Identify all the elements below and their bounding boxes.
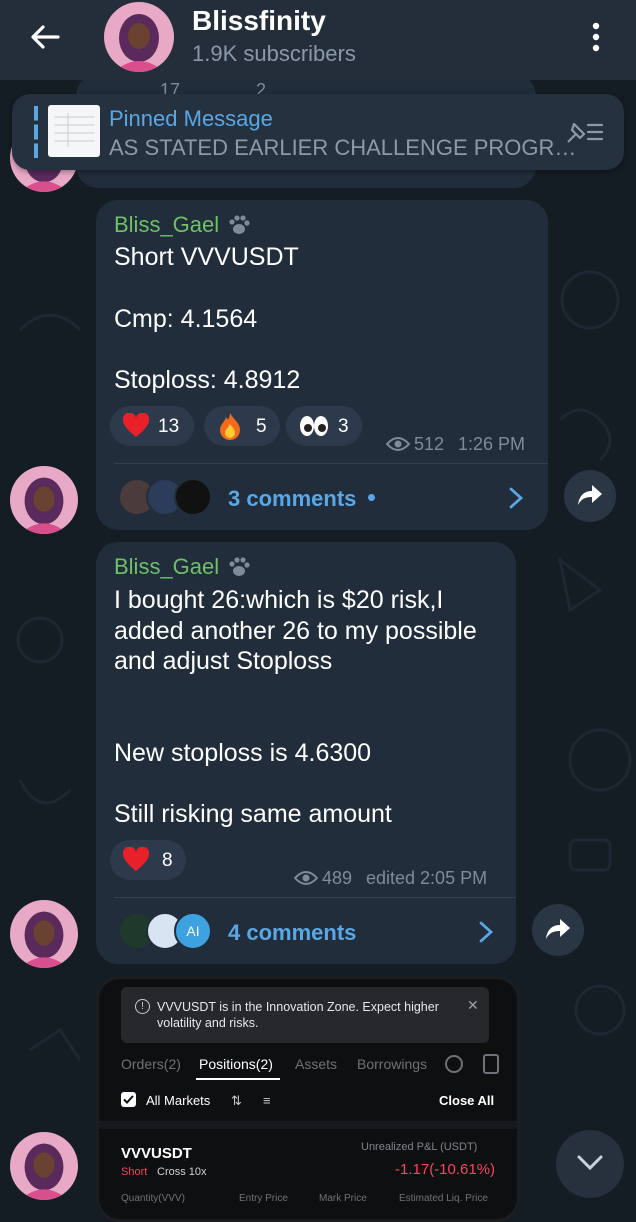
section-separator	[99, 1121, 517, 1129]
info-icon: !	[135, 999, 150, 1014]
commenter-avatar: AI	[174, 912, 212, 950]
reaction-heart[interactable]: 13	[110, 406, 194, 446]
column-header: Mark Price	[319, 1193, 367, 1204]
message-line: Still risking same amount	[114, 800, 392, 828]
pinned-message-bar[interactable]: Pinned Message AS STATED EARLIER CHALLEN…	[12, 94, 624, 170]
position-margin: Cross 10x	[157, 1166, 207, 1178]
commenter-avatars	[118, 478, 218, 518]
back-arrow-icon[interactable]	[28, 20, 62, 54]
chevron-down-icon	[577, 1155, 603, 1171]
heart-icon	[122, 413, 150, 437]
pnl-value: -1.17(-10.61%)	[395, 1161, 496, 1178]
message-bubble[interactable]: Bliss_Gael I bought 26:which is $20 risk…	[96, 542, 516, 964]
all-markets-label: All Markets	[146, 1093, 211, 1108]
reaction-count: 3	[338, 416, 349, 437]
checkbox-icon	[121, 1092, 136, 1107]
message-author[interactable]: Bliss_Gael	[114, 212, 219, 238]
author-avatar[interactable]	[10, 900, 78, 968]
trading-screenshot-image[interactable]: ! VVVUSDT is in the Innovation Zone. Exp…	[96, 976, 520, 1222]
document-icon	[483, 1054, 499, 1074]
message-line: New stoploss is 4.6300	[114, 739, 372, 767]
eyes-icon	[300, 416, 328, 436]
reaction-count: 5	[256, 416, 267, 437]
column-header: Entry Price	[239, 1193, 288, 1204]
heart-icon	[122, 847, 150, 871]
channel-avatar[interactable]	[104, 2, 174, 72]
message-line: Stoploss: 4.8912	[114, 366, 301, 394]
pinned-title: Pinned Message	[109, 106, 273, 131]
share-arrow-icon	[578, 485, 602, 505]
chevron-right-icon[interactable]	[478, 920, 494, 944]
share-button[interactable]	[532, 904, 584, 956]
scroll-down-button[interactable]	[556, 1130, 624, 1198]
commenter-avatars: AI	[118, 912, 218, 952]
message-time: 1:26 PM	[458, 434, 526, 454]
fire-icon	[220, 413, 240, 440]
view-count: 489	[322, 868, 353, 888]
subscriber-count: 1.9K subscribers	[192, 41, 356, 66]
pinned-thumbnail	[48, 105, 100, 157]
views-eye-icon	[294, 871, 318, 885]
sort-icon: ⇅	[231, 1093, 242, 1108]
pnl-label: Unrealized P&L (USDT)	[361, 1141, 478, 1153]
tab-borrowings: Borrowings	[357, 1056, 428, 1072]
share-arrow-icon	[546, 919, 570, 939]
comments-link[interactable]: 3 comments	[228, 486, 356, 512]
comments-divider	[114, 897, 516, 898]
tab-assets: Assets	[295, 1056, 338, 1072]
chevron-right-icon[interactable]	[508, 486, 524, 510]
reaction-heart[interactable]: 8	[110, 840, 186, 880]
position-side: Short	[121, 1166, 148, 1178]
paw-badge-icon	[229, 215, 250, 234]
active-tab-underline	[196, 1078, 280, 1080]
more-menu-icon[interactable]	[586, 20, 606, 54]
message-line: added another 26 to my possible	[114, 617, 477, 645]
reaction-eyes[interactable]: 3	[286, 406, 362, 446]
author-avatar[interactable]	[10, 1132, 78, 1200]
unread-dot	[368, 494, 375, 501]
commenter-initials: AI	[186, 923, 200, 939]
message-line: Cmp: 4.1564	[114, 305, 258, 333]
pinned-text: AS STATED EARLIER CHALLENGE PROGR…	[109, 135, 577, 160]
pinned-indicator	[34, 106, 38, 158]
views-eye-icon	[386, 437, 410, 451]
reaction-fire[interactable]: 5	[204, 406, 280, 446]
close-icon: ✕	[467, 997, 479, 1013]
tab-orders: Orders(2)	[121, 1056, 181, 1072]
share-button[interactable]	[564, 470, 616, 522]
message-time: edited 2:05 PM	[366, 868, 488, 888]
comments-divider	[114, 463, 548, 464]
reaction-count: 13	[158, 416, 180, 437]
column-header: Estimated Liq. Price	[399, 1193, 488, 1204]
message-bubble[interactable]: Bliss_Gael Short VVVUSDT Cmp: 4.1564 Sto…	[96, 200, 548, 530]
channel-title[interactable]: Blissfinity	[192, 5, 326, 37]
innovation-zone-notice: ! VVVUSDT is in the Innovation Zone. Exp…	[121, 987, 489, 1043]
filter-icon: ≡	[263, 1093, 271, 1108]
view-count: 512	[414, 434, 445, 454]
message-line: I bought 26:which is $20 risk,I	[114, 586, 444, 614]
settings-icon	[445, 1055, 463, 1073]
notice-text: VVVUSDT is in the Innovation Zone. Expec…	[157, 1000, 439, 1030]
commenter-avatar	[174, 478, 212, 516]
pin-list-icon[interactable]	[564, 116, 606, 148]
message-line: Short VVVUSDT	[114, 243, 299, 271]
reaction-count: 8	[162, 850, 173, 871]
comments-link[interactable]: 4 comments	[228, 920, 356, 946]
close-all-label: Close All	[439, 1093, 495, 1108]
message-author[interactable]: Bliss_Gael	[114, 554, 219, 580]
position-symbol: VVVUSDT	[121, 1145, 192, 1162]
author-avatar[interactable]	[10, 466, 78, 534]
chat-header: Blissfinity 1.9K subscribers	[0, 0, 636, 80]
message-line: and adjust Stoploss	[114, 647, 333, 675]
tab-positions: Positions(2)	[199, 1056, 273, 1072]
paw-badge-icon	[229, 557, 250, 576]
column-header: Quantity(VVV)	[121, 1193, 185, 1204]
